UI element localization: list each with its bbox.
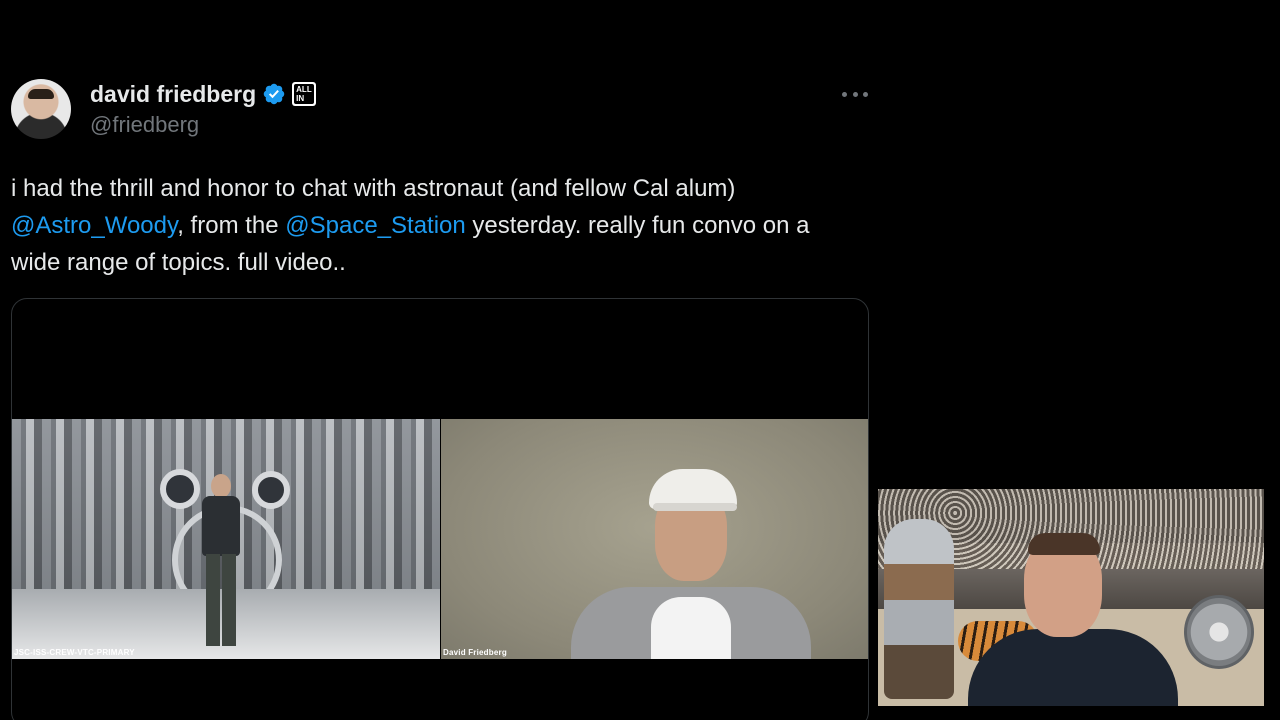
friedberg-figure [571,469,811,659]
mention-space-station[interactable]: @Space_Station [285,212,465,239]
iss-feed-label: JSC-ISS-CREW-VTC-PRIMARY [14,648,135,657]
more-options-icon[interactable] [842,84,868,104]
iss-hatch [160,469,200,509]
tweet-text-line1: i had the thrill and honor to chat with … [11,175,736,202]
author-avatar[interactable] [11,79,71,139]
verified-badge-icon [263,83,285,105]
author-display-name[interactable]: david friedberg [90,81,256,108]
video-pane-iss: JSC-ISS-CREW-VTC-PRIMARY [12,419,440,659]
iss-hatch [252,471,290,509]
video-pane-friedberg: David Friedberg [441,419,868,659]
author-handle[interactable]: @friedberg [90,112,199,138]
mention-astro-woody[interactable]: @Astro_Woody [11,212,177,239]
gladiator-figure [884,519,954,699]
tweet-text-line3: wide range of topics. full video.. [11,249,346,276]
astronaut-figure [198,474,244,649]
tweet-video[interactable]: JSC-ISS-CREW-VTC-PRIMARY David Friedberg [11,298,869,720]
picture-in-picture-video [878,489,1264,706]
tweet-text-mid: , from the [177,212,286,239]
friedberg-feed-label: David Friedberg [443,648,507,657]
shield-icon [1184,595,1254,669]
tweet-text: i had the thrill and honor to chat with … [11,170,891,281]
all-in-affiliation-badge[interactable]: ALL IN [292,82,317,106]
author-name-row: david friedberg ALL IN [90,80,317,108]
host-figure [968,533,1178,706]
tweet-text-line2: yesterday. really fun convo on a [465,212,810,239]
